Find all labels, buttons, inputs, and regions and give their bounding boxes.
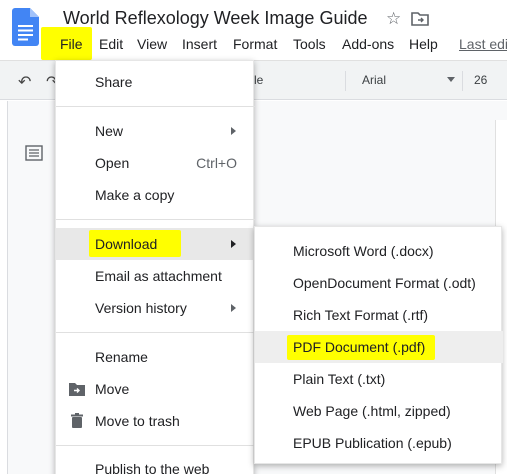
download-odt[interactable]: OpenDocument Format (.odt) xyxy=(293,275,476,291)
download-pdf[interactable]: PDF Document (.pdf) xyxy=(293,339,425,355)
menu-addons[interactable]: Add-ons xyxy=(342,36,394,52)
menu-format[interactable]: Format xyxy=(233,36,277,52)
menu-item-rename[interactable]: Rename xyxy=(95,349,148,365)
submenu-arrow-icon xyxy=(231,304,236,312)
undo-icon[interactable]: ↶ xyxy=(18,72,31,92)
document-outline-icon[interactable] xyxy=(25,145,43,161)
menu-tools[interactable]: Tools xyxy=(293,36,326,52)
menu-divider xyxy=(56,332,255,333)
download-html[interactable]: Web Page (.html, zipped) xyxy=(293,403,451,419)
menu-file[interactable]: File xyxy=(60,36,83,52)
trash-icon xyxy=(71,413,83,428)
menu-bar: File Edit View Insert Format Tools Add-o… xyxy=(0,33,507,55)
file-menu-dropdown: Share New Open Ctrl+O Make a copy Downlo… xyxy=(55,60,255,474)
move-to-folder-icon[interactable] xyxy=(411,10,429,26)
menu-item-email-attachment[interactable]: Email as attachment xyxy=(95,268,222,284)
font-size-select[interactable]: 26 xyxy=(474,73,487,87)
open-shortcut: Ctrl+O xyxy=(196,155,237,171)
menu-item-move[interactable]: Move xyxy=(95,381,129,397)
menu-view[interactable]: View xyxy=(137,36,167,52)
download-epub[interactable]: EPUB Publication (.epub) xyxy=(293,435,452,451)
star-icon[interactable]: ☆ xyxy=(386,9,401,29)
submenu-arrow-icon xyxy=(231,127,236,135)
menu-help[interactable]: Help xyxy=(409,36,438,52)
vertical-ruler xyxy=(0,101,8,474)
menu-edit[interactable]: Edit xyxy=(99,36,123,52)
menu-item-share[interactable]: Share xyxy=(95,74,132,90)
submenu-arrow-icon xyxy=(231,240,236,248)
move-folder-icon xyxy=(69,383,85,396)
download-txt[interactable]: Plain Text (.txt) xyxy=(293,371,385,387)
menu-item-download[interactable]: Download xyxy=(95,236,157,252)
menu-item-open[interactable]: Open xyxy=(95,155,129,171)
menu-insert[interactable]: Insert xyxy=(182,36,217,52)
download-docx[interactable]: Microsoft Word (.docx) xyxy=(293,243,434,259)
toolbar-divider xyxy=(345,71,346,91)
font-select[interactable]: Arial xyxy=(362,73,386,87)
last-edit-link[interactable]: Last edi xyxy=(459,36,507,52)
menu-item-new[interactable]: New xyxy=(95,123,123,139)
menu-item-version-history[interactable]: Version history xyxy=(95,300,187,316)
menu-divider xyxy=(56,445,255,446)
download-rtf[interactable]: Rich Text Format (.rtf) xyxy=(293,307,428,323)
toolbar-divider xyxy=(462,71,463,91)
menu-item-make-copy[interactable]: Make a copy xyxy=(95,187,174,203)
menu-item-move-to-trash[interactable]: Move to trash xyxy=(95,413,180,429)
menu-divider xyxy=(56,219,255,220)
chevron-down-icon[interactable] xyxy=(447,77,455,82)
download-submenu: Microsoft Word (.docx) OpenDocument Form… xyxy=(254,226,503,464)
menu-divider xyxy=(56,106,255,107)
document-title[interactable]: World Reflexology Week Image Guide xyxy=(63,8,367,29)
menu-item-publish[interactable]: Publish to the web xyxy=(95,461,209,474)
